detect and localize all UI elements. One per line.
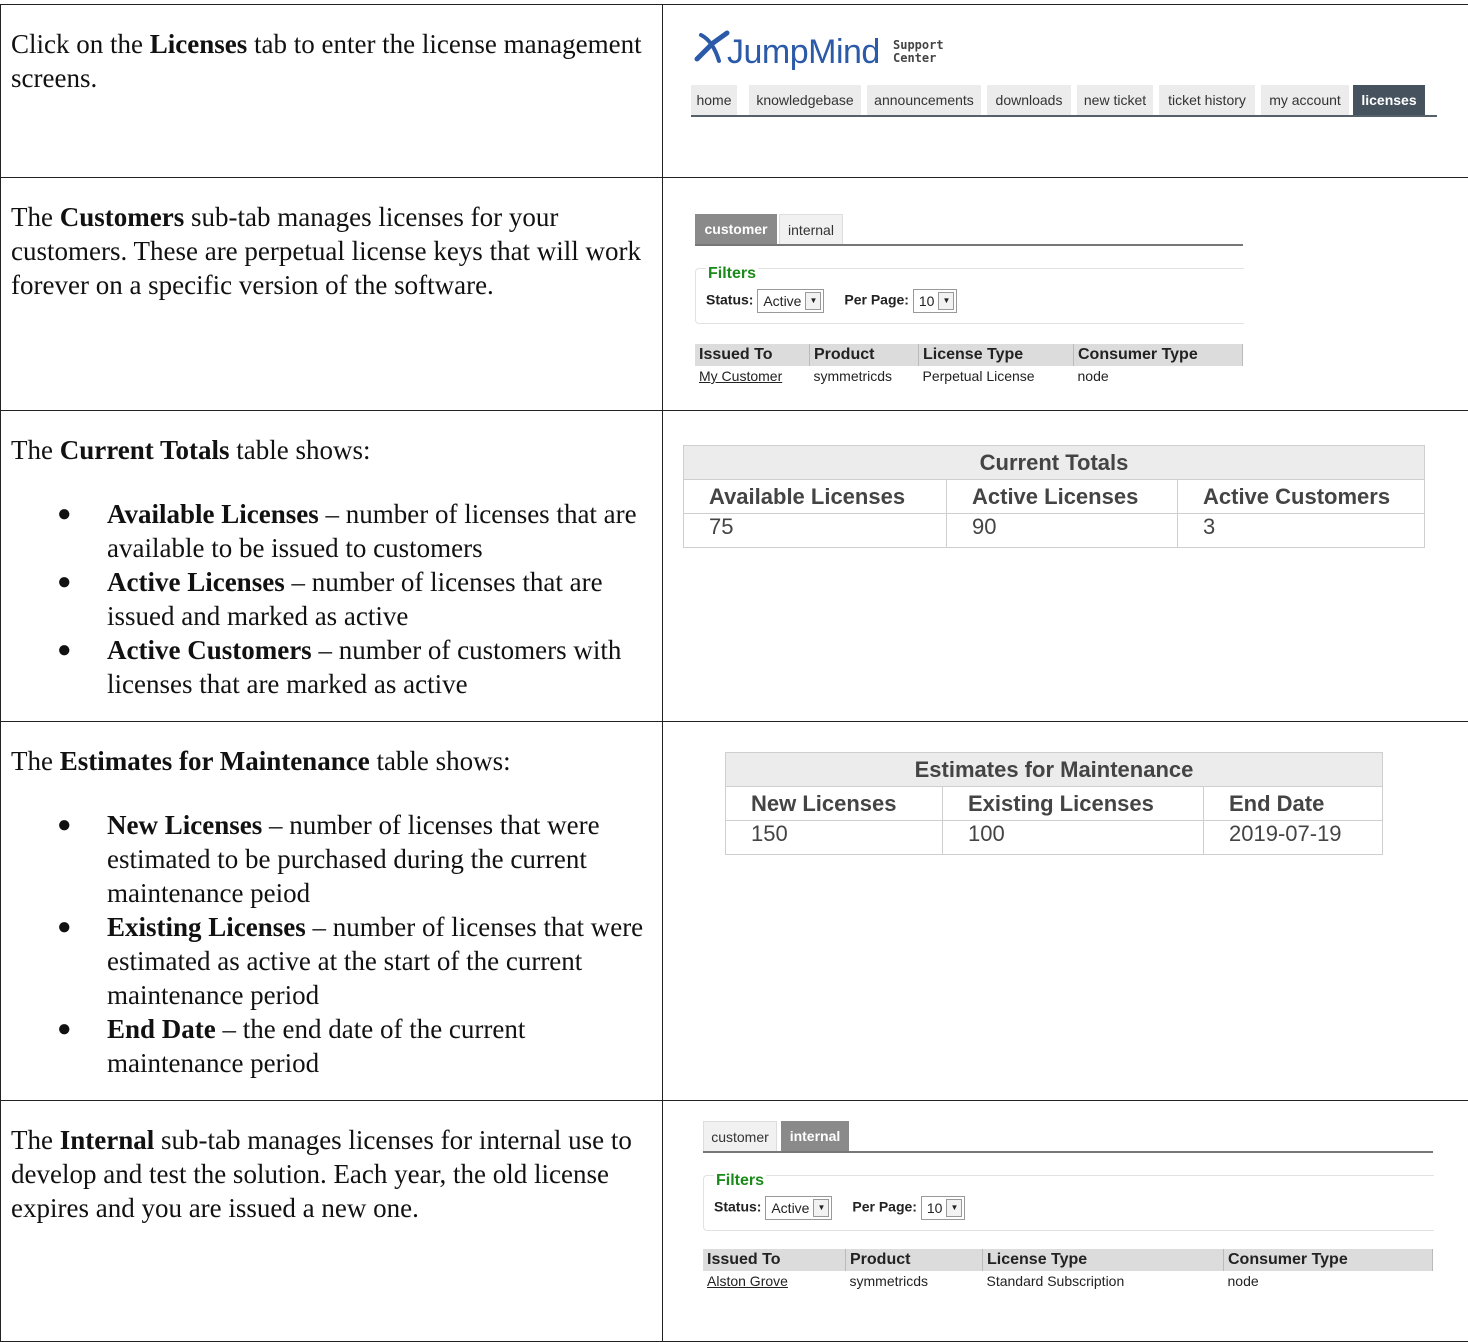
- column-header[interactable]: Issued To: [695, 344, 810, 366]
- filters-title: Filters: [714, 1172, 766, 1190]
- bullet-list: ●New Licenses – number of licenses that …: [11, 808, 652, 1080]
- column-header: Active Licenses: [947, 480, 1178, 514]
- license-table: Issued To Product License Type Consumer …: [703, 1249, 1433, 1291]
- list-item: ●Available Licenses – number of licenses…: [107, 497, 652, 565]
- subtab-customer[interactable]: customer: [703, 1121, 777, 1151]
- list-item: ●End Date – the end date of the current …: [107, 1012, 652, 1080]
- instruction-table: Click on the Licenses tab to enter the l…: [0, 4, 1468, 1342]
- nav-tab-announcements[interactable]: announcements: [867, 85, 981, 115]
- nav-tab-downloads[interactable]: downloads: [987, 85, 1071, 115]
- dropdown-arrow-icon: ▼: [813, 1199, 829, 1217]
- subtab-customer[interactable]: customer: [695, 214, 777, 244]
- instruction-text: The Current Totals table shows:: [11, 433, 652, 467]
- perpage-select[interactable]: 10▼: [921, 1196, 966, 1220]
- list-item: ●Existing Licenses – number of licenses …: [107, 910, 652, 1012]
- list-item: ●Active Licenses – number of licenses th…: [107, 565, 652, 633]
- instruction-cell: Click on the Licenses tab to enter the l…: [1, 5, 663, 178]
- column-header[interactable]: Product: [846, 1249, 983, 1271]
- license-type-cell: Perpetual License: [919, 366, 1074, 386]
- instruction-cell: The Estimates for Maintenance table show…: [1, 722, 663, 1101]
- table-title: Current Totals: [684, 446, 1425, 480]
- column-header: End Date: [1204, 787, 1383, 821]
- screenshot-cell: Current Totals Available Licenses Active…: [663, 411, 1468, 722]
- instruction-cell: The Current Totals table shows: ●Availab…: [1, 411, 663, 722]
- screenshot-cell: customer internal Filters Status: Active…: [663, 1101, 1468, 1342]
- bullet-list: ●Available Licenses – number of licenses…: [11, 497, 652, 701]
- status-select[interactable]: Active▼: [765, 1196, 832, 1220]
- status-label: Status:: [706, 292, 753, 308]
- column-header[interactable]: License Type: [983, 1249, 1224, 1271]
- perpage-label: Per Page:: [852, 1199, 917, 1215]
- column-header[interactable]: Product: [810, 344, 919, 366]
- dropdown-arrow-icon: ▼: [946, 1199, 962, 1217]
- column-header: Available Licenses: [684, 480, 947, 514]
- table-row: 75 90 3: [684, 514, 1425, 548]
- column-header: New Licenses: [726, 787, 943, 821]
- nav-tab-home[interactable]: home: [691, 85, 737, 115]
- nav-tab-ticket-history[interactable]: ticket history: [1159, 85, 1255, 115]
- table-row: My Customer symmetricds Perpetual Licens…: [695, 366, 1243, 386]
- table-title: Estimates for Maintenance: [726, 753, 1383, 787]
- issued-to-link[interactable]: My Customer: [699, 368, 782, 384]
- list-item: ●New Licenses – number of licenses that …: [107, 808, 652, 910]
- consumer-type-cell: node: [1074, 366, 1243, 386]
- instruction-cell: The Customers sub-tab manages licenses f…: [1, 178, 663, 411]
- screenshot-cell: customer internal Filters Status: Active…: [663, 178, 1468, 411]
- screenshot-cell: Estimates for Maintenance New Licenses E…: [663, 722, 1468, 1101]
- nav-tab-new-ticket[interactable]: new ticket: [1077, 85, 1153, 115]
- perpage-label: Per Page:: [844, 292, 909, 308]
- instruction-text: The Estimates for Maintenance table show…: [11, 744, 652, 778]
- column-header: Existing Licenses: [943, 787, 1204, 821]
- filters-title: Filters: [706, 265, 758, 283]
- nav-tab-my-account[interactable]: my account: [1261, 85, 1349, 115]
- column-header[interactable]: Consumer Type: [1224, 1249, 1433, 1271]
- main-nav: home knowledgebase announcements downloa…: [691, 85, 1437, 117]
- instruction-text: The Internal sub-tab manages licenses fo…: [11, 1123, 652, 1225]
- nav-tab-licenses[interactable]: licenses: [1353, 85, 1425, 115]
- subtab-internal[interactable]: internal: [781, 1121, 849, 1151]
- logo-wordmark: JumpMind: [727, 33, 880, 72]
- list-item: ●Active Customers – number of customers …: [107, 633, 652, 701]
- logo-subtitle: SupportCenter: [893, 39, 944, 65]
- current-totals-table: Current Totals Available Licenses Active…: [683, 445, 1425, 548]
- column-header[interactable]: Consumer Type: [1074, 344, 1243, 366]
- subtab-internal[interactable]: internal: [779, 214, 843, 244]
- dropdown-arrow-icon: ▼: [938, 292, 954, 310]
- column-header[interactable]: Issued To: [703, 1249, 846, 1271]
- license-type-cell: Standard Subscription: [983, 1271, 1224, 1291]
- consumer-type-cell: node: [1224, 1271, 1433, 1291]
- filters-box: Filters Status: Active▼ Per Page: 10▼: [703, 1175, 1434, 1231]
- end-date-value: 2019-07-19: [1204, 821, 1383, 855]
- filters-box: Filters Status: Active▼ Per Page: 10▼: [695, 268, 1244, 324]
- active-licenses-value: 90: [947, 514, 1178, 548]
- instruction-text: The Customers sub-tab manages licenses f…: [11, 200, 652, 302]
- table-row: 150 100 2019-07-19: [726, 821, 1383, 855]
- column-header[interactable]: License Type: [919, 344, 1074, 366]
- instruction-text: Click on the Licenses tab to enter the l…: [11, 27, 652, 95]
- column-header: Active Customers: [1178, 480, 1425, 514]
- estimates-table: Estimates for Maintenance New Licenses E…: [725, 752, 1383, 855]
- issued-to-link[interactable]: Alston Grove: [707, 1273, 788, 1289]
- status-label: Status:: [714, 1199, 761, 1215]
- active-customers-value: 3: [1178, 514, 1425, 548]
- perpage-select[interactable]: 10▼: [913, 289, 958, 313]
- customer-subtabs: customer internal: [695, 214, 1243, 246]
- table-row: Alston Grove symmetricds Standard Subscr…: [703, 1271, 1433, 1291]
- product-cell: symmetricds: [810, 366, 919, 386]
- screenshot-cell: JumpMind SupportCenter home knowledgebas…: [663, 5, 1468, 178]
- available-licenses-value: 75: [684, 514, 947, 548]
- product-cell: symmetricds: [846, 1271, 983, 1291]
- status-select[interactable]: Active▼: [757, 289, 824, 313]
- instruction-cell: The Internal sub-tab manages licenses fo…: [1, 1101, 663, 1342]
- internal-subtabs: customer internal: [703, 1121, 1433, 1153]
- dropdown-arrow-icon: ▼: [805, 292, 821, 310]
- nav-tab-knowledgebase[interactable]: knowledgebase: [749, 85, 861, 115]
- existing-licenses-value: 100: [943, 821, 1204, 855]
- license-table: Issued To Product License Type Consumer …: [695, 344, 1243, 386]
- new-licenses-value: 150: [726, 821, 943, 855]
